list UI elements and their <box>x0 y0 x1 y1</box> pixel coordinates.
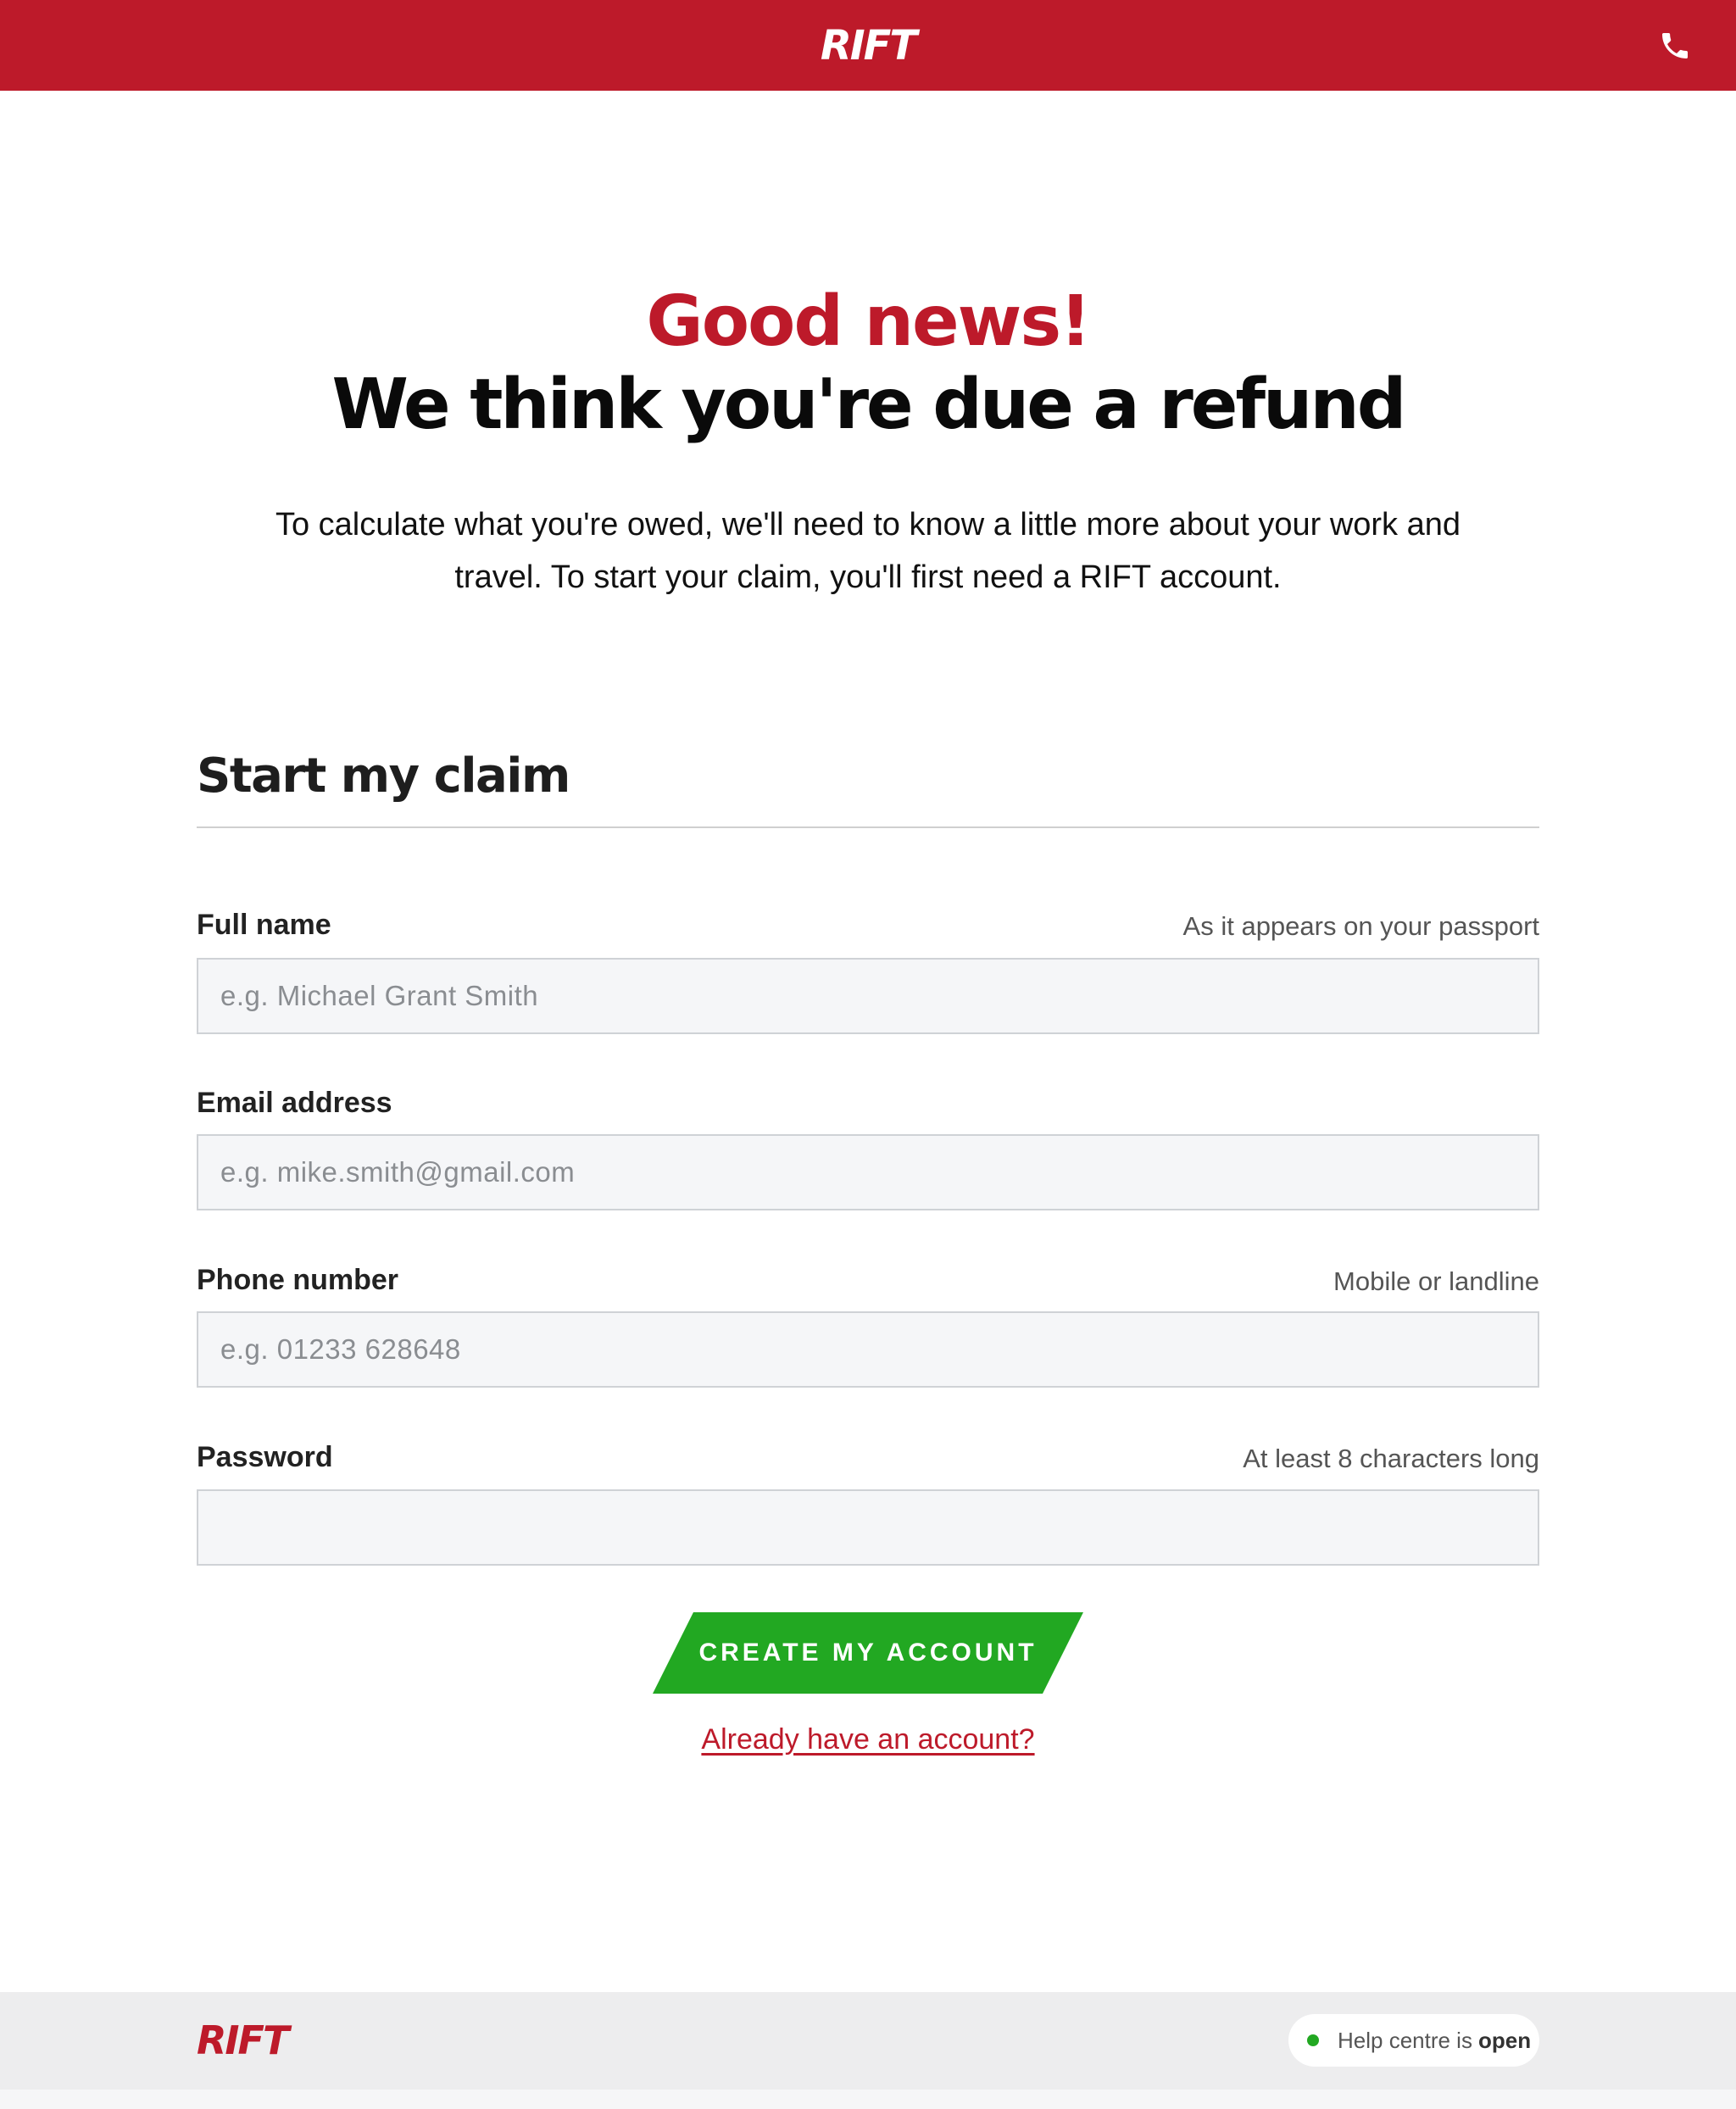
footer-logo[interactable]: RIFT <box>197 2014 289 2067</box>
help-centre-status-value: open <box>1477 2027 1532 2053</box>
top-bar: RIFT <box>0 0 1736 91</box>
password-input[interactable] <box>197 1489 1539 1566</box>
phone-label: Phone number <box>197 1264 399 1296</box>
headline-accent: Good news! <box>646 281 1091 362</box>
status-dot-icon <box>1307 2034 1319 2046</box>
form-title: Start my claim <box>197 748 570 804</box>
create-account-button[interactable]: CREATE MY ACCOUNT <box>653 1612 1083 1694</box>
email-label: Email address <box>197 1087 392 1119</box>
page-headline: We think you're due a refund <box>331 364 1407 445</box>
page: RIFT Good news! We think you're due a re… <box>0 0 1736 2109</box>
help-centre-status[interactable]: Help centre is open <box>1288 2014 1539 2067</box>
form-title-divider <box>197 826 1539 828</box>
help-centre-text: Help centre is <box>1338 2027 1472 2053</box>
login-link-row: Already have an account? <box>0 1716 1736 1763</box>
password-hint: At least 8 characters long <box>1243 1444 1539 1473</box>
phone-input[interactable] <box>197 1311 1539 1388</box>
email-input[interactable] <box>197 1134 1539 1210</box>
header-logo[interactable]: RIFT <box>0 22 1736 70</box>
phone-icon <box>1662 33 1688 58</box>
phone-button[interactable] <box>1655 25 1695 66</box>
password-label: Password <box>197 1441 333 1473</box>
phone-hint: Mobile or landline <box>1333 1266 1539 1296</box>
full-name-hint: As it appears on your passport <box>1182 911 1539 941</box>
already-have-account-link[interactable]: Already have an account? <box>701 1723 1034 1756</box>
full-name-input[interactable] <box>197 958 1539 1034</box>
full-name-label: Full name <box>197 909 331 941</box>
intro-text: To calculate what you're owed, we'll nee… <box>275 507 1461 595</box>
footer-strip <box>0 2090 1736 2109</box>
create-account-label: CREATE MY ACCOUNT <box>698 1639 1038 1667</box>
